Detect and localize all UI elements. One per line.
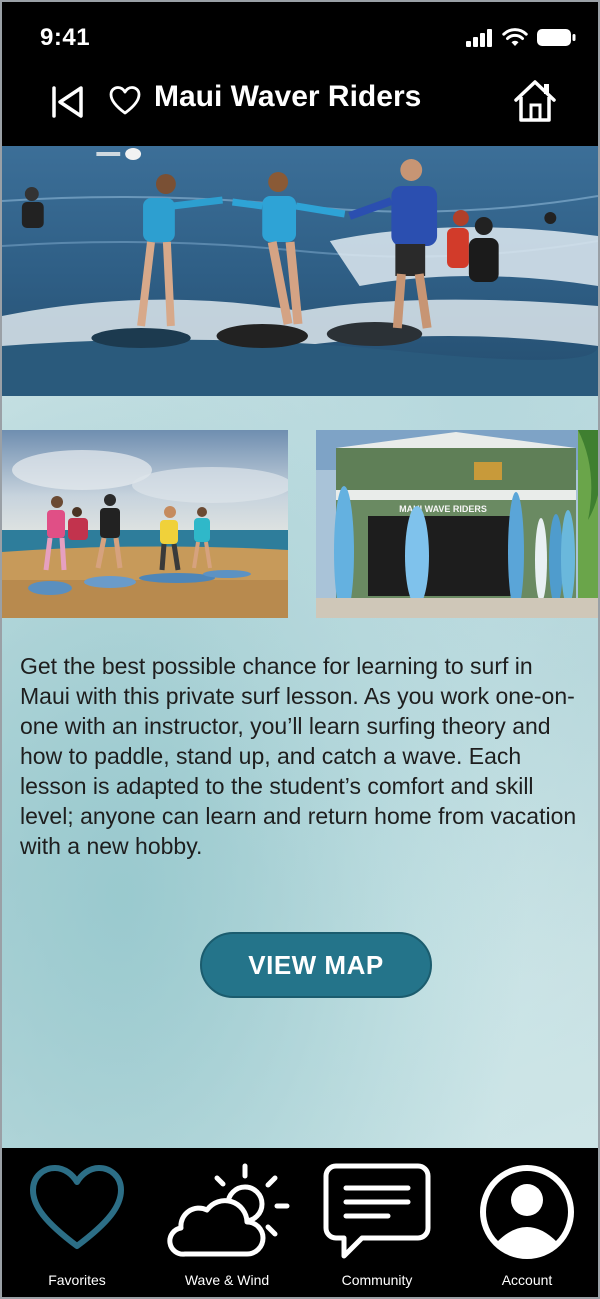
signal-icon: [466, 29, 492, 47]
weather-icon: [167, 1163, 290, 1257]
tab-bar: Favorites Wave & Wind Community Account: [2, 1148, 598, 1297]
content-area: MAUI WAVE RIDERS Get the best possible c…: [2, 146, 598, 1148]
account-icon: [480, 1165, 574, 1259]
chat-icon: [323, 1163, 431, 1259]
hero-surf-photo: [2, 146, 598, 396]
view-map-button[interactable]: VIEW MAP: [200, 932, 432, 998]
lesson-description: Get the best possible chance for learnin…: [20, 653, 577, 859]
favorite-heart-icon[interactable]: [108, 84, 142, 118]
tab-community[interactable]: Community: [302, 1148, 452, 1297]
back-icon[interactable]: [48, 82, 88, 122]
tab-label-favorites: Favorites: [48, 1272, 106, 1288]
tab-account[interactable]: Account: [452, 1148, 598, 1297]
beach-lesson-photo: [2, 430, 288, 618]
page-title: Maui Waver Riders: [154, 80, 422, 113]
status-icons: [466, 28, 576, 47]
surf-shop-photo: MAUI WAVE RIDERS: [316, 430, 598, 618]
home-icon[interactable]: [512, 78, 558, 124]
status-time: 9:41: [40, 24, 91, 51]
tab-label-wave-wind: Wave & Wind: [184, 1272, 270, 1288]
tab-favorites[interactable]: Favorites: [2, 1148, 152, 1297]
app-header: Maui Waver Riders: [2, 72, 598, 146]
wifi-icon: [502, 28, 528, 46]
tab-wave-wind[interactable]: Wave & Wind: [152, 1148, 302, 1297]
status-bar: 9:41: [2, 2, 598, 72]
battery-icon: [537, 29, 576, 46]
tab-label-account: Account: [501, 1272, 553, 1288]
phone-screen: 9:41 Maui Waver Riders MAUI WAVE RIDERS …: [0, 0, 600, 1299]
tab-label-community: Community: [341, 1272, 413, 1288]
heart-icon: [30, 1165, 124, 1249]
